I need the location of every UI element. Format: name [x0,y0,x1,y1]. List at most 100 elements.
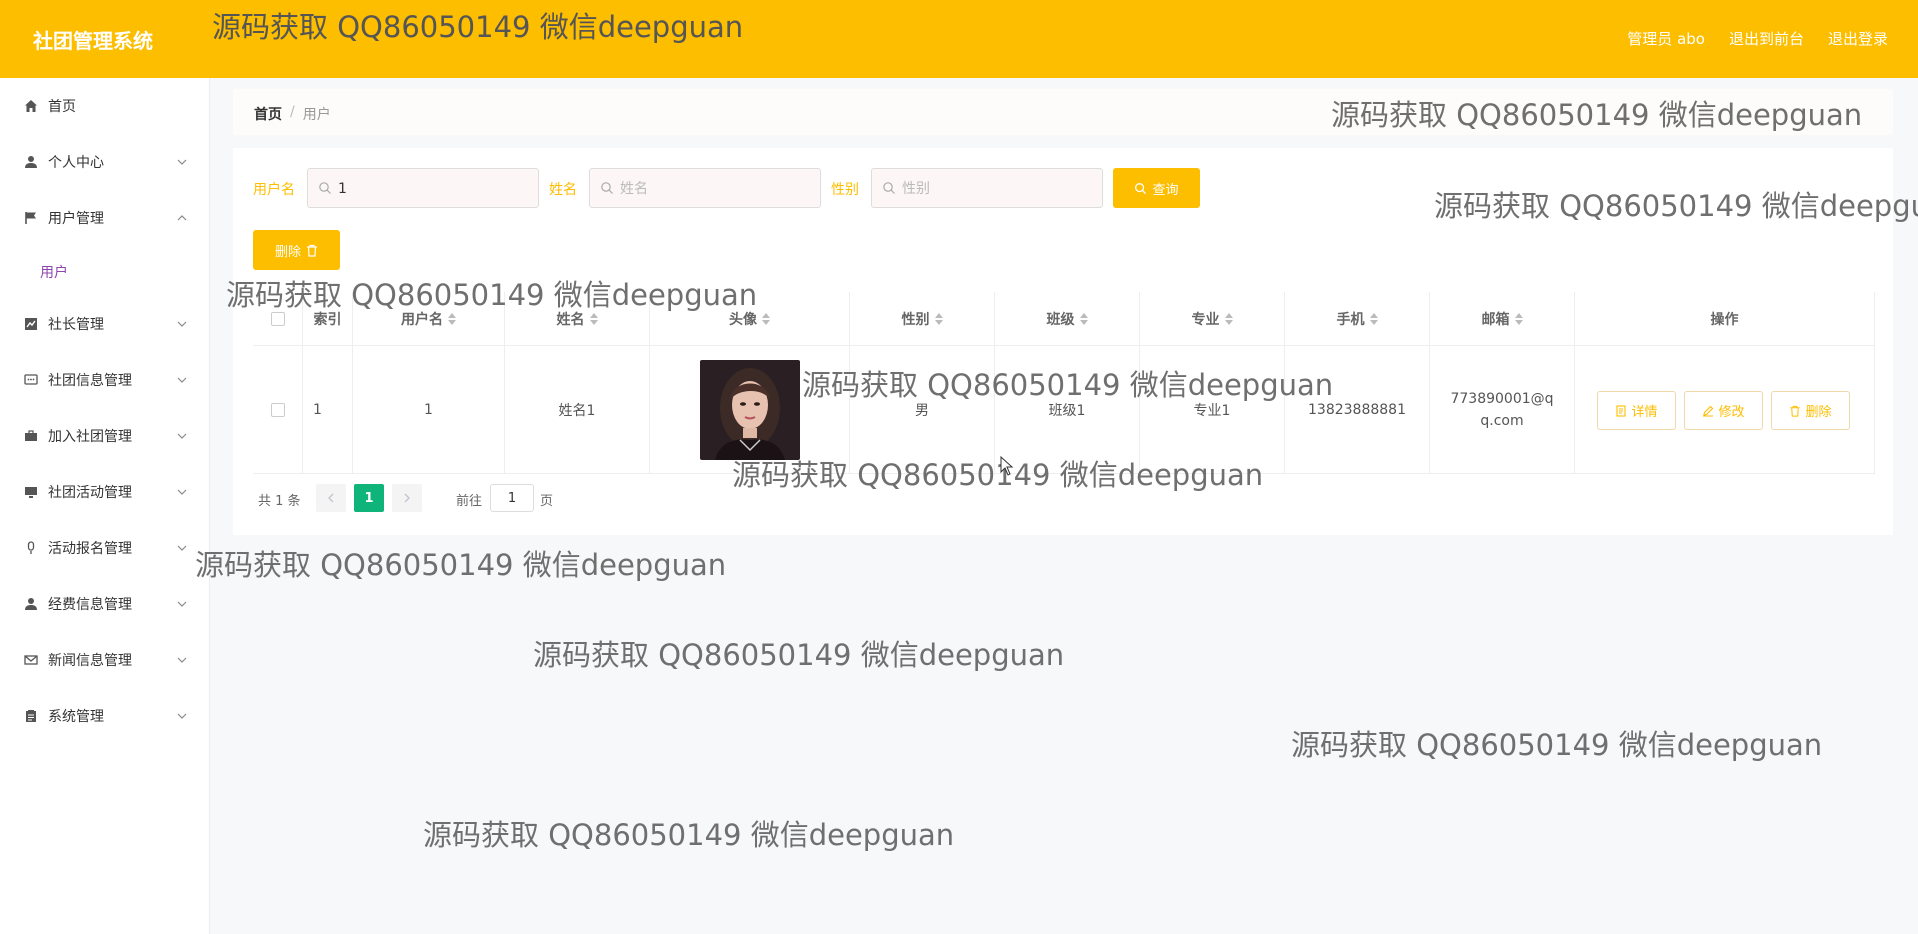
main-panel: 用户名 姓名 性别 查询 删除 索引 用户名 姓名 头像 性别 班级 专业 手机 [233,148,1893,535]
sort-icon[interactable] [1079,313,1088,325]
column-header-label: 操作 [1710,312,1739,328]
edit-button-label: 修改 [1718,405,1745,420]
watermark-text: 源码获取 QQ86050149 微信deepguan [533,638,1065,672]
sort-icon[interactable] [448,313,456,325]
sidebar-item-label: 社长管理 [48,317,104,333]
next-page-button[interactable] [392,484,422,512]
mic-icon [23,540,39,556]
sidebar-item-profile[interactable]: 个人中心 [0,142,210,182]
column-header-gender[interactable]: 性别 [850,292,995,346]
column-header-major[interactable]: 专业 [1140,292,1285,346]
column-header-avatar[interactable]: 头像 [650,292,850,346]
sidebar-item-label: 活动报名管理 [48,541,132,557]
trash-icon [307,244,317,257]
sort-icon[interactable] [762,313,770,325]
delete-button-label: 删除 [274,244,301,260]
username-label: 用户名 [253,182,295,198]
goto-label: 前往 [456,494,483,509]
chevron-right-icon [404,493,410,503]
row-checkbox[interactable] [270,403,285,417]
cell-avatar [650,346,850,474]
cell-class: 班级1 [995,346,1140,474]
sidebar-item-funds[interactable]: 经费信息管理 [0,584,210,624]
sort-icon[interactable] [1369,313,1378,325]
chevron-down-icon [177,159,187,165]
query-button[interactable]: 查询 [1113,168,1200,208]
username-input[interactable] [338,178,528,200]
gender-input[interactable] [902,178,1092,200]
chevron-down-icon [177,601,187,607]
breadcrumb-current: 用户 [302,107,331,123]
chevron-left-icon [328,493,334,503]
mail-icon [23,652,39,668]
edit-icon [1703,405,1714,416]
total-count: 共 1 条 [258,494,301,509]
sidebar-item-label: 首页 [48,99,76,115]
sidebar-item-president[interactable]: 社长管理 [0,304,210,344]
sidebar-item-user-management[interactable]: 用户管理 [0,198,210,238]
avatar [699,360,800,460]
cell-actions: 详情 修改 删除 [1575,346,1875,474]
page-suffix: 页 [540,494,554,509]
sort-icon[interactable] [1514,313,1523,325]
sort-icon[interactable] [1224,313,1233,325]
column-header-label: 性别 [901,312,930,328]
sidebar-subitem-user[interactable]: 用户 [0,251,210,291]
column-header-label: 专业 [1191,312,1220,328]
row-delete-button-label: 删除 [1805,405,1832,420]
username-field[interactable] [307,168,539,208]
breadcrumb-separator: / [290,104,295,120]
name-input[interactable] [620,178,810,200]
sidebar-item-label: 个人中心 [48,155,104,171]
chevron-down-icon [177,377,187,383]
gender-field[interactable] [871,168,1103,208]
column-header-label: 索引 [313,312,342,328]
edit-button[interactable]: 修改 [1684,391,1763,430]
sidebar-item-club-activity[interactable]: 社团活动管理 [0,472,210,512]
chart-icon [23,316,39,332]
prev-page-button[interactable] [316,484,346,512]
watermark-text: 源码获取 QQ86050149 微信deepguan [195,548,727,582]
app-title: 社团管理系统 [33,29,153,53]
user-icon [23,154,39,170]
cell-gender: 男 [850,346,995,474]
search-icon [883,182,895,194]
detail-button[interactable]: 详情 [1597,391,1676,430]
cell-major: 专业1 [1140,346,1285,474]
name-field[interactable] [589,168,821,208]
batch-delete-button[interactable]: 删除 [253,230,340,270]
column-header-name[interactable]: 姓名 [505,292,650,346]
sidebar-item-home[interactable]: 首页 [0,86,210,126]
breadcrumb-home[interactable]: 首页 [254,104,282,124]
sidebar-item-news[interactable]: 新闻信息管理 [0,640,210,680]
cell-name: 姓名1 [505,346,650,474]
column-header-label: 邮箱 [1481,312,1510,328]
column-header-phone[interactable]: 手机 [1285,292,1430,346]
sidebar-item-activity-signup[interactable]: 活动报名管理 [0,528,210,568]
sidebar-item-join-club[interactable]: 加入社团管理 [0,416,210,456]
column-header-label: 手机 [1336,312,1365,328]
table-header: 索引 用户名 姓名 头像 性别 班级 专业 手机 邮箱 操作 [253,292,1875,346]
page-number[interactable]: 1 [354,484,384,512]
query-button-label: 查询 [1152,182,1179,198]
logout-link[interactable]: 退出登录 [1828,28,1888,49]
column-header-email[interactable]: 邮箱 [1430,292,1575,346]
column-header-label: 用户名 [401,312,443,328]
sidebar-item-label: 系统管理 [48,709,104,725]
breadcrumb: 首页 / 用户 [233,89,1893,135]
row-delete-button[interactable]: 删除 [1771,391,1850,430]
column-header-label: 姓名 [556,312,585,328]
pagination: 共 1 条 1 前往 页 [258,484,578,512]
gender-label: 性别 [831,182,859,198]
chevron-up-icon [177,215,187,221]
goto-page-input[interactable] [490,484,534,512]
column-header-class[interactable]: 班级 [995,292,1140,346]
exit-to-front-link[interactable]: 退出到前台 [1729,28,1804,49]
sidebar-item-label: 加入社团管理 [48,429,132,445]
sort-icon[interactable] [589,313,598,325]
sidebar-item-club-info[interactable]: 社团信息管理 [0,360,210,400]
sort-icon[interactable] [934,313,943,325]
sidebar-item-system[interactable]: 系统管理 [0,696,210,736]
select-all-checkbox[interactable] [270,312,285,326]
column-header-username[interactable]: 用户名 [353,292,505,346]
